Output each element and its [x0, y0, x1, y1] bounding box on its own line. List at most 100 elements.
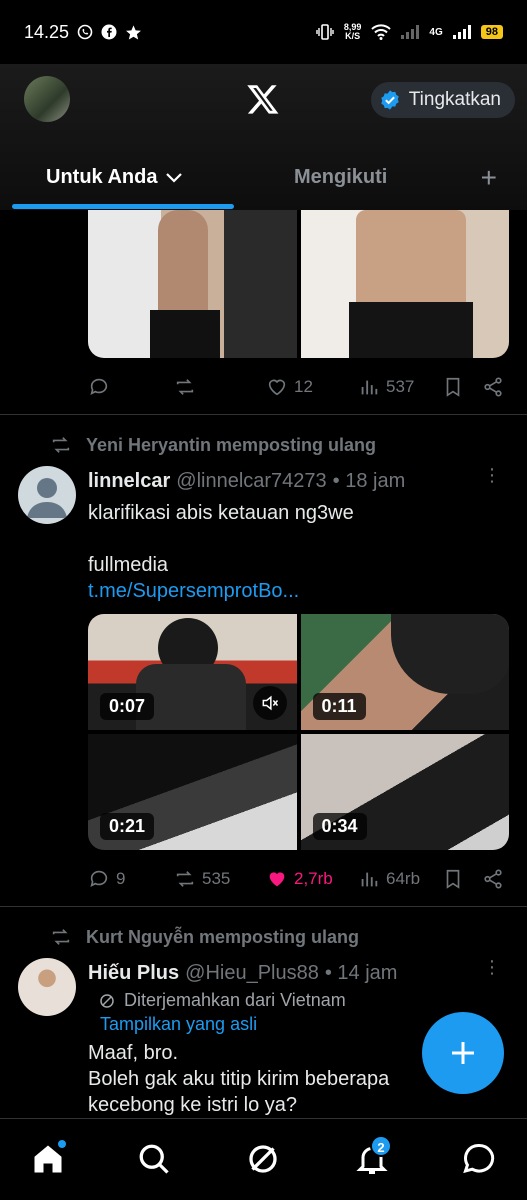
post1-media-1[interactable]: [88, 210, 297, 358]
post3-more-icon[interactable]: ⋮: [483, 958, 501, 976]
post3-repost-context[interactable]: Kurt Nguyễn memposting ulang: [50, 926, 359, 948]
whatsapp-icon: [77, 24, 93, 40]
post2-more-icon[interactable]: ⋮: [483, 466, 501, 484]
post2-video-2[interactable]: 0:11: [300, 614, 509, 730]
search-icon: [139, 1144, 169, 1174]
post2-video-3-duration: 0:21: [100, 813, 155, 840]
status-time: 14.25: [24, 21, 70, 42]
top-header: Tingkatkan Untuk Anda Mengikuti +: [0, 64, 527, 210]
status-bar: 14.25 8,99 K/S 4G 98: [0, 0, 527, 64]
post2-repost-context[interactable]: Yeni Heryantin memposting ulang: [50, 434, 376, 456]
nav-search[interactable]: [136, 1141, 172, 1177]
post2-video-4-duration: 0:34: [312, 813, 367, 840]
heart-filled-icon: [269, 872, 285, 887]
post3-author-name[interactable]: Hiếu Plus: [88, 962, 179, 985]
repost-icon: [52, 929, 70, 945]
signal-icon-sim1: [401, 25, 420, 39]
post2-video-1[interactable]: 0:07: [88, 614, 297, 730]
tab-for-you-label: Untuk Anda: [46, 166, 158, 188]
bottom-navigation: 2: [0, 1118, 527, 1200]
post2-media-grid[interactable]: 0:07 0:11 0:21 0:34: [88, 614, 509, 850]
nav-grok[interactable]: [245, 1141, 281, 1177]
post2-video-2-duration: 0:11: [312, 693, 366, 720]
timeline-feed[interactable]: 12 537 Yeni Heryantin memposting ulang l…: [0, 210, 527, 1118]
feed-tabs: Untuk Anda Mengikuti +: [0, 154, 527, 210]
reply-icon: [90, 870, 108, 887]
add-tab-plus-icon[interactable]: +: [481, 162, 497, 194]
compose-post-button[interactable]: [422, 1012, 504, 1094]
notifications-badge: 2: [370, 1135, 392, 1157]
post2-repost-button[interactable]: 535: [174, 868, 266, 890]
chevron-down-icon: [166, 172, 183, 183]
post2-author-handle[interactable]: @linnelcar74273: [176, 470, 326, 493]
post1-repost-button[interactable]: [174, 376, 266, 398]
post1-media-grid[interactable]: [88, 210, 509, 358]
post3-translated-notice: Diterjemahkan dari Vietnam: [98, 990, 346, 1011]
nav-messages[interactable]: [461, 1141, 497, 1177]
home-unread-dot: [56, 1138, 68, 1150]
verified-badge-icon: [381, 90, 399, 110]
bookmark-icon: [446, 377, 460, 397]
star-icon: [126, 24, 141, 40]
post1-actions: 12 537: [88, 372, 513, 402]
post1-like-button[interactable]: 12: [266, 376, 358, 398]
post1-share-button[interactable]: [482, 376, 504, 398]
post1-bookmark-button[interactable]: [442, 376, 482, 398]
bookmark-icon: [446, 869, 460, 889]
post-divider: [0, 414, 527, 415]
post2-like-button[interactable]: 2,7rb: [266, 868, 358, 890]
share-icon: [484, 869, 502, 889]
tab-following[interactable]: Mengikuti: [294, 166, 387, 189]
post2-link[interactable]: t.me/SupersemprotBo...: [88, 578, 508, 604]
post2-text-line1: klarifikasi abis ketauan ng3we: [88, 502, 354, 524]
post2-video-4[interactable]: 0:34: [300, 734, 509, 850]
repost-icon: [52, 437, 70, 453]
post3-text-line3: kecebong ke istri lo ya?: [88, 1094, 298, 1116]
reply-icon: [90, 378, 108, 395]
post3-header: Hiếu Plus @Hieu_Plus88 • 14 jam: [88, 962, 397, 985]
repost-icon: [176, 871, 194, 887]
post1-media-2[interactable]: [300, 210, 509, 358]
post1-reply-button[interactable]: [88, 376, 174, 398]
facebook-icon: [101, 24, 117, 40]
post2-header: linnelcar @linnelcar74273 • 18 jam: [88, 470, 405, 493]
tab-for-you[interactable]: Untuk Anda: [46, 166, 183, 189]
post2-text-line2: fullmedia: [88, 554, 169, 576]
post2-video-1-duration: 0:07: [100, 693, 155, 720]
message-icon: [463, 1143, 495, 1174]
post2-bookmark-button[interactable]: [442, 868, 482, 890]
post2-reply-button[interactable]: 9: [88, 868, 174, 890]
post2-avatar[interactable]: [18, 466, 76, 524]
nav-home[interactable]: [30, 1138, 68, 1177]
post2-share-button[interactable]: [482, 868, 504, 890]
nav-notifications[interactable]: 2: [354, 1135, 392, 1177]
post-divider: [0, 906, 527, 907]
views-icon: [361, 872, 378, 887]
mute-icon[interactable]: [252, 686, 287, 720]
default-avatar-icon: [27, 478, 67, 518]
post2-author-name[interactable]: linnelcar: [88, 470, 170, 493]
post2-text: klarifikasi abis ketauan ng3we fullmedia…: [88, 500, 508, 604]
upgrade-label: Tingkatkan: [408, 89, 501, 110]
x-logo-icon[interactable]: [246, 82, 280, 116]
post2-video-2-hair: [390, 614, 509, 694]
post3-avatar[interactable]: [18, 958, 76, 1016]
net-speed: 8,99 K/S: [343, 22, 362, 41]
views-icon: [361, 380, 378, 395]
profile-avatar[interactable]: [24, 76, 70, 122]
vibrate-icon: [316, 24, 334, 40]
heart-icon: [268, 379, 286, 396]
translate-icon: [100, 993, 114, 1008]
post3-author-handle[interactable]: @Hieu_Plus88: [185, 962, 319, 985]
post3-timestamp: • 14 jam: [324, 962, 398, 984]
post2-timestamp: • 18 jam: [332, 470, 406, 492]
post2-video-3[interactable]: 0:21: [88, 734, 297, 850]
upgrade-button[interactable]: Tingkatkan: [370, 82, 515, 118]
show-original-link[interactable]: Tampilkan yang asli: [100, 1014, 257, 1035]
grok-icon: [249, 1145, 277, 1173]
post2-text-spacer: [88, 526, 508, 552]
post2-views-button[interactable]: 64rb: [358, 868, 442, 890]
tab-following-label: Mengikuti: [294, 166, 388, 188]
post1-views-button[interactable]: 537: [358, 376, 442, 398]
active-tab-indicator: [12, 204, 234, 209]
